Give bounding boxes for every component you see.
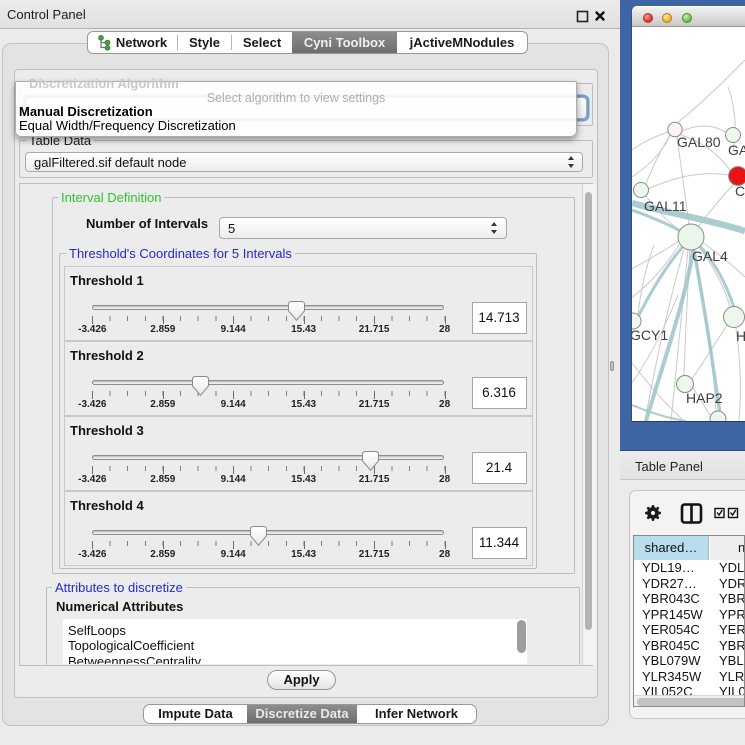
- svg-text:GAL80: GAL80: [677, 134, 721, 150]
- svg-text:C: C: [735, 183, 745, 199]
- svg-text:GAL4: GAL4: [692, 248, 728, 264]
- svg-text:GA: GA: [728, 142, 745, 158]
- svg-text:H: H: [736, 328, 745, 344]
- svg-text:GCY1: GCY1: [632, 327, 668, 343]
- svg-text:GAL11: GAL11: [644, 198, 687, 214]
- svg-text:HAP2: HAP2: [686, 390, 723, 406]
